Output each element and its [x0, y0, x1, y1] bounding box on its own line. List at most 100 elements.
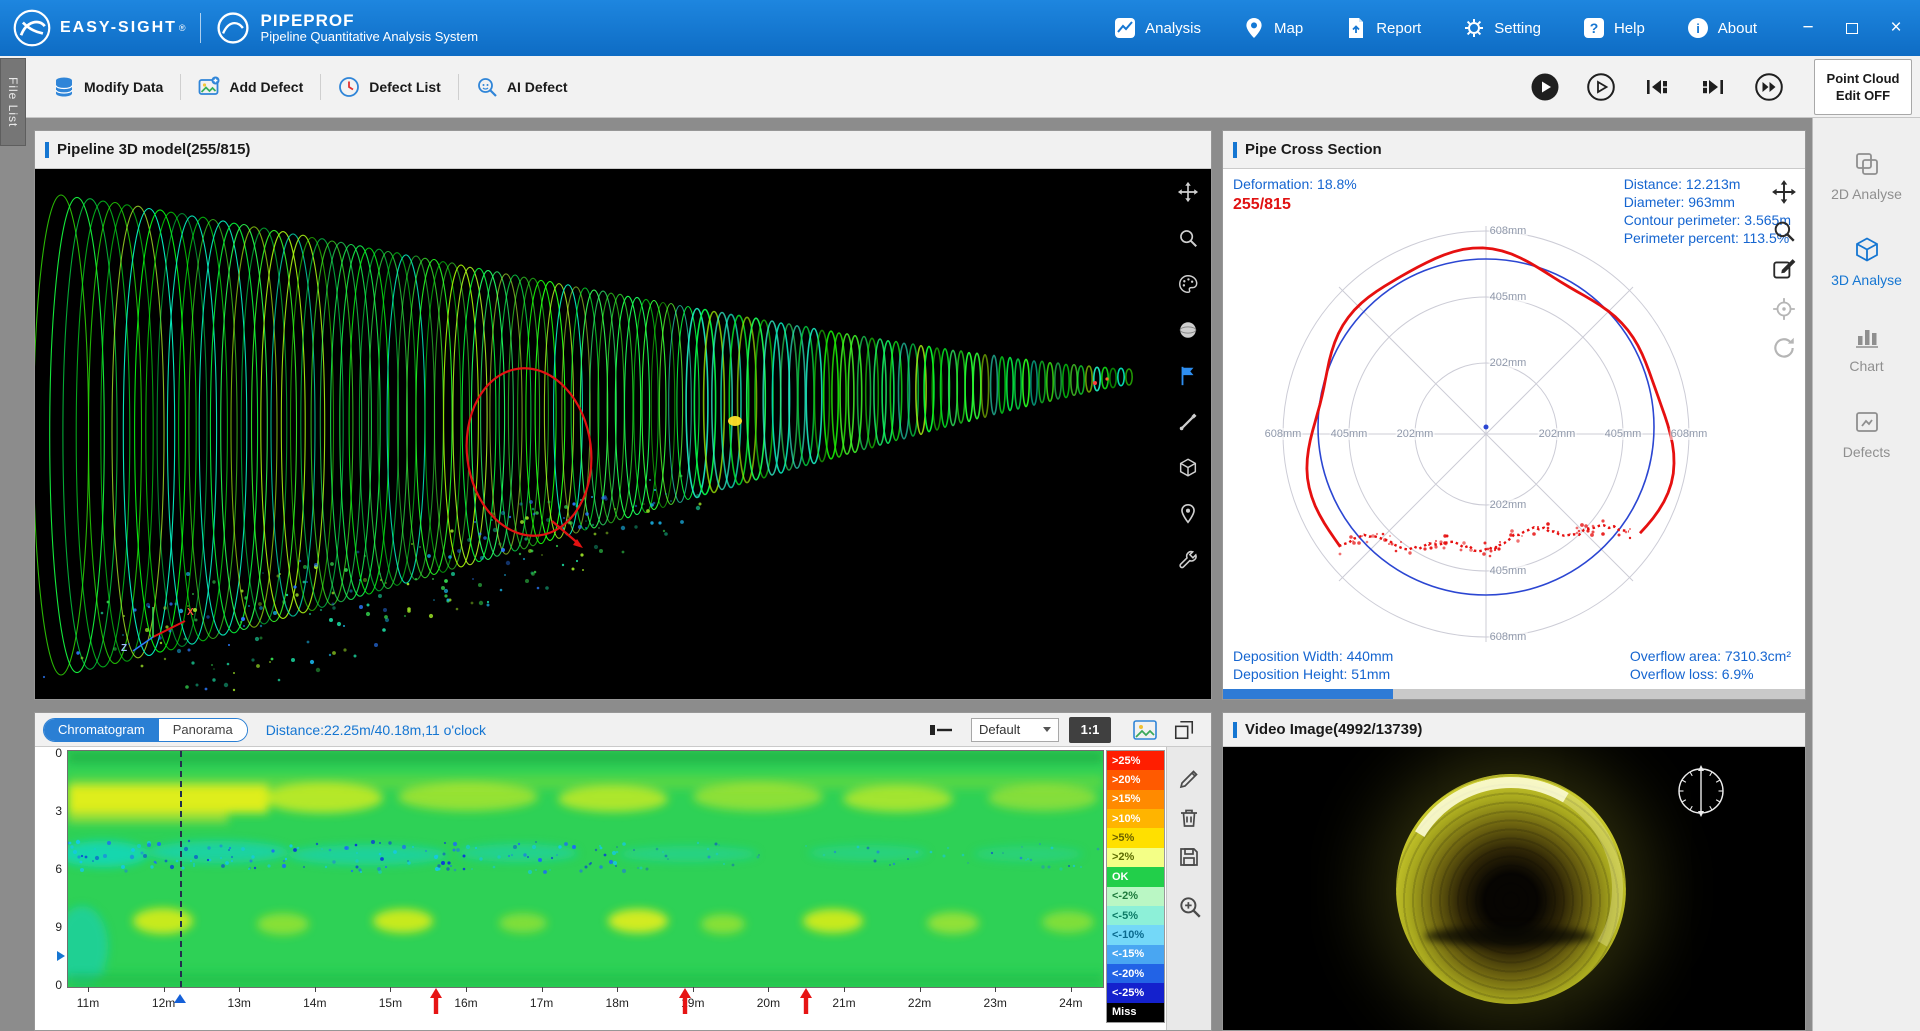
scale-1to1-button[interactable]: 1:1	[1069, 716, 1111, 743]
app-title-block: PIPEPROF Pipeline Quantitative Analysis …	[261, 11, 479, 45]
settings-tool-button[interactable]	[1177, 549, 1199, 571]
tab-chromatogram[interactable]: Chromatogram	[44, 718, 159, 741]
defect-marker-arrow[interactable]	[800, 988, 813, 1019]
measurement-block: Distance: 12.213m Diameter: 963mm Contou…	[1624, 175, 1791, 247]
measure-pen-icon	[1179, 413, 1197, 431]
defect-list-button[interactable]: Defect List	[321, 67, 458, 107]
measure-tool-button[interactable]	[1177, 411, 1199, 433]
legend-item: <-10%	[1107, 925, 1164, 945]
sidebar-item-chart[interactable]: Chart	[1813, 318, 1920, 378]
play-all-button[interactable]	[1586, 72, 1616, 102]
legend-item: <-20%	[1107, 963, 1164, 984]
add-defect-button[interactable]: Add Defect	[181, 67, 320, 107]
svg-text:i: i	[1696, 21, 1700, 36]
y-axis-tick: 6	[55, 862, 62, 876]
pipeline-3d-title: Pipeline 3D model(255/815)	[57, 141, 251, 158]
cross-section-scrollbar[interactable]	[1223, 689, 1805, 699]
tab-panorama[interactable]: Panorama	[158, 718, 247, 741]
ring-label: 405mm	[1488, 565, 1528, 577]
defect-marker-arrow[interactable]	[429, 988, 442, 1019]
overflow-block: Overflow area: 7310.3cm² Overflow loss: …	[1630, 647, 1791, 683]
wrench-icon	[1179, 550, 1197, 569]
crosshair-icon	[1773, 298, 1795, 320]
modify-data-button[interactable]: Modify Data	[36, 67, 180, 107]
deformation-legend: >25% >20% >15% >10% >5% >2% OK <-2% <-5% <-10% <-1…	[1106, 750, 1165, 1023]
nav-analysis[interactable]: Analysis	[1093, 0, 1222, 56]
play-button[interactable]	[1530, 72, 1560, 102]
maximize-button[interactable]	[1830, 0, 1874, 56]
svg-text:?: ?	[1590, 20, 1599, 36]
video-panel: Video Image(4992/13739)	[1222, 712, 1806, 1031]
image-plus-icon	[198, 76, 220, 95]
point-cloud-viewport[interactable]: X Z	[35, 169, 1165, 699]
nav-about[interactable]: i About	[1666, 0, 1778, 56]
snapshot-button[interactable]	[1133, 719, 1157, 740]
axis-z-label: Z	[121, 643, 128, 654]
clock-overlay-icon	[1678, 765, 1724, 817]
defects-icon	[1855, 412, 1878, 432]
chevron-down-icon	[1043, 727, 1051, 732]
view-mode-select[interactable]: Default	[971, 717, 1059, 742]
y-axis-tick: 9	[55, 920, 62, 934]
cross-section-panel: Pipe Cross Section 608mm 405mm 202mm 202…	[1222, 130, 1806, 700]
zoom-in-button[interactable]	[1177, 894, 1201, 918]
header-accent	[45, 141, 49, 158]
locate-point-button[interactable]	[1177, 503, 1199, 525]
next-frame-icon	[1703, 79, 1723, 94]
x-axis-tick: 22m	[907, 996, 932, 1010]
legend-item: Miss	[1107, 1002, 1164, 1023]
close-button[interactable]: ×	[1874, 0, 1918, 56]
image-icon	[1133, 719, 1157, 740]
chromatogram-heatmap[interactable]	[67, 750, 1104, 988]
color-palette-button[interactable]	[1177, 273, 1199, 295]
sidebar-label: Defects	[1842, 444, 1891, 460]
point-cloud-canvas[interactable]	[35, 169, 1165, 699]
defect-marker-arrow[interactable]	[679, 988, 692, 1019]
video-viewport[interactable]	[1223, 747, 1805, 1030]
delete-button[interactable]	[1177, 806, 1201, 830]
ring-label: 202mm	[1488, 499, 1528, 511]
cube-view-button[interactable]	[1177, 457, 1199, 479]
file-list-tab[interactable]: File List	[0, 58, 26, 146]
popout-button[interactable]	[1173, 719, 1195, 741]
titlebar: EASY-SIGHT ® PIPEPROF Pipeline Quantitat…	[0, 0, 1920, 56]
pan-tool-button[interactable]	[1177, 181, 1199, 203]
prev-frame-button[interactable]	[1642, 72, 1672, 102]
ring-label: 405mm	[1603, 428, 1643, 440]
xsec-zoom-button[interactable]	[1771, 218, 1799, 246]
annotate-button[interactable]	[1177, 767, 1201, 791]
cross-section-plot[interactable]	[1223, 169, 1805, 689]
ai-defect-button[interactable]: AI Defect	[459, 67, 585, 107]
nav-report[interactable]: Report	[1324, 0, 1442, 56]
xsec-pan-button[interactable]	[1771, 179, 1799, 207]
xsec-locate-button[interactable]	[1771, 296, 1799, 324]
range-marker-button[interactable]	[929, 723, 953, 737]
xsec-edit-button[interactable]	[1771, 257, 1799, 285]
legend-item: >20%	[1107, 770, 1164, 790]
frame-counter: 255/815	[1233, 196, 1291, 213]
ring-label: 608mm	[1488, 225, 1528, 237]
scrollbar-thumb[interactable]	[1223, 689, 1393, 699]
flag-marker-button[interactable]	[1177, 365, 1199, 387]
nav-setting[interactable]: Setting	[1442, 0, 1562, 56]
fast-forward-button[interactable]	[1754, 72, 1784, 102]
nav-map[interactable]: Map	[1222, 0, 1324, 56]
flag-icon	[1181, 366, 1194, 386]
point-cloud-edit-toggle[interactable]: Point Cloud Edit OFF	[1814, 58, 1912, 115]
next-frame-button[interactable]	[1698, 72, 1728, 102]
nav-help[interactable]: ? Help	[1562, 0, 1666, 56]
position-cursor-line[interactable]	[179, 751, 182, 987]
zoom-tool-button[interactable]	[1177, 227, 1199, 249]
sphere-view-button[interactable]	[1177, 319, 1199, 341]
minimize-button[interactable]: −	[1786, 0, 1830, 56]
sidebar-item-2d-analyse[interactable]: 2D Analyse	[1813, 146, 1920, 206]
sidebar-item-defects[interactable]: Defects	[1813, 404, 1920, 464]
app-name: PIPEPROF	[260, 10, 355, 30]
sidebar-item-3d-analyse[interactable]: 3D Analyse	[1813, 232, 1920, 292]
magnifier-icon	[1180, 230, 1197, 247]
play-outline-icon	[1587, 72, 1615, 101]
save-button[interactable]	[1177, 845, 1201, 869]
xsec-rotate-button[interactable]	[1771, 335, 1799, 363]
position-cursor-marker[interactable]	[173, 988, 186, 1003]
nav-label: About	[1717, 19, 1757, 37]
